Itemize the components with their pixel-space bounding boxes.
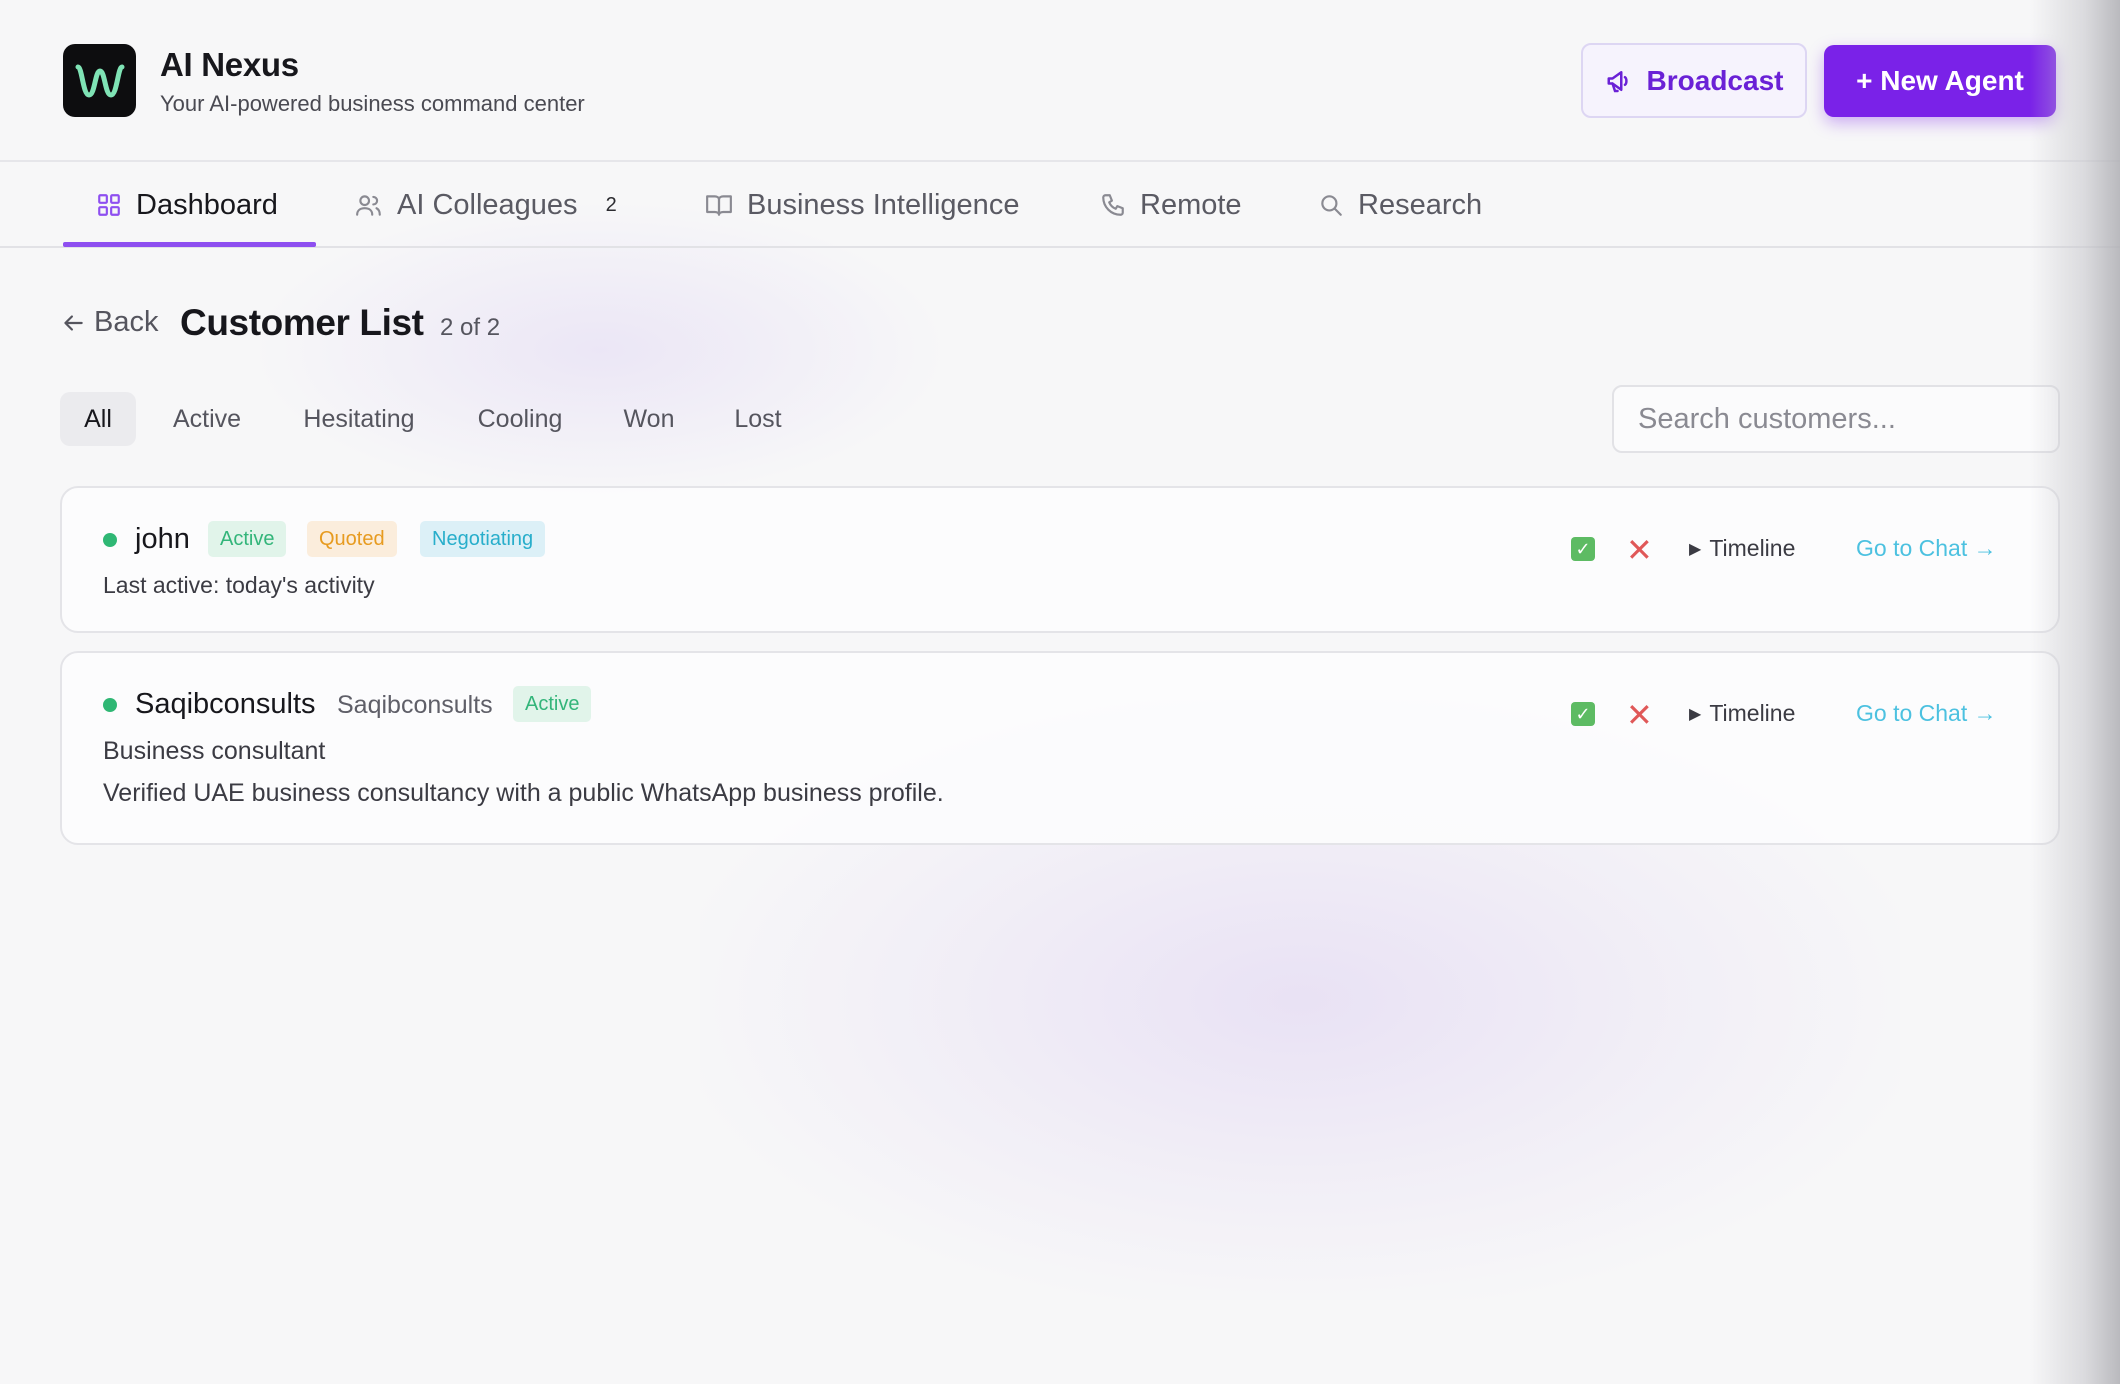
filter-active[interactable]: Active bbox=[158, 392, 256, 446]
main-tabs: Dashboard AI Colleagues 2 Business Intel… bbox=[0, 162, 2120, 248]
grid-icon bbox=[98, 194, 120, 216]
play-icon: ▶ bbox=[1689, 540, 1702, 558]
filter-hesitating[interactable]: Hesitating bbox=[286, 392, 432, 446]
timeline-label: Timeline bbox=[1709, 535, 1796, 561]
go-to-chat-link[interactable]: Go to Chat → bbox=[1856, 700, 1997, 727]
play-icon: ▶ bbox=[1689, 705, 1702, 723]
arrow-left-icon bbox=[64, 314, 83, 331]
result-count: 2 of 2 bbox=[440, 314, 501, 341]
colleagues-count-badge: 2 bbox=[605, 193, 617, 216]
go-to-chat-link[interactable]: Go to Chat → bbox=[1856, 535, 1997, 562]
customer-name: Saqibconsults bbox=[135, 688, 316, 720]
back-label: Back bbox=[94, 306, 159, 338]
tab-ai-colleagues[interactable]: AI Colleagues 2 bbox=[355, 162, 617, 248]
active-tab-indicator bbox=[63, 242, 316, 247]
tab-label: Business Intelligence bbox=[747, 188, 1020, 221]
app-subtitle: Your AI-powered business command center bbox=[160, 91, 585, 116]
customer-card[interactable]: john Active Quoted Negotiating Last acti… bbox=[60, 486, 2060, 633]
tab-business-intelligence[interactable]: Business Intelligence bbox=[705, 162, 1019, 248]
wave-logo-icon bbox=[75, 64, 124, 98]
search-icon bbox=[1321, 195, 1342, 216]
status-badge-negotiating: Negotiating bbox=[420, 521, 546, 557]
filter-won[interactable]: Won bbox=[608, 392, 690, 446]
timeline-toggle[interactable]: ▶ Timeline bbox=[1689, 700, 1795, 727]
app-header: AI Nexus Your AI-powered business comman… bbox=[0, 0, 2120, 162]
filter-lost[interactable]: Lost bbox=[716, 392, 800, 446]
status-dot bbox=[103, 533, 117, 547]
close-icon[interactable]: ✕ bbox=[1626, 534, 1653, 566]
filter-all[interactable]: All bbox=[60, 392, 136, 446]
new-agent-label: + New Agent bbox=[1856, 65, 2024, 96]
new-agent-button[interactable]: + New Agent bbox=[1824, 45, 2056, 117]
tab-label: Dashboard bbox=[136, 188, 278, 221]
users-icon bbox=[356, 195, 381, 216]
close-icon[interactable]: ✕ bbox=[1626, 699, 1653, 731]
filter-cooling[interactable]: Cooling bbox=[464, 392, 576, 446]
tab-label: Research bbox=[1358, 188, 1483, 221]
tab-dashboard[interactable]: Dashboard bbox=[96, 162, 278, 248]
customer-description: Verified UAE business consultancy with a… bbox=[103, 779, 944, 807]
status-dot bbox=[103, 698, 117, 712]
search-input[interactable] bbox=[1612, 385, 2060, 453]
broadcast-button[interactable]: Broadcast bbox=[1581, 43, 1807, 118]
customer-name: john bbox=[135, 523, 190, 555]
back-button[interactable]: Back bbox=[60, 306, 158, 339]
check-icon[interactable]: ✓ bbox=[1571, 537, 1595, 561]
timeline-toggle[interactable]: ▶ Timeline bbox=[1689, 535, 1795, 562]
status-badge-active: Active bbox=[208, 521, 287, 557]
book-icon bbox=[706, 195, 732, 216]
app-title: AI Nexus bbox=[160, 46, 299, 83]
app-logo bbox=[63, 44, 136, 117]
tab-label: Remote bbox=[1140, 188, 1242, 221]
tab-label: AI Colleagues bbox=[397, 188, 578, 221]
megaphone-icon bbox=[1607, 70, 1628, 92]
customer-alias: Saqibconsults bbox=[337, 691, 493, 719]
customer-role: Business consultant bbox=[103, 737, 326, 765]
tab-remote[interactable]: Remote bbox=[1100, 162, 1242, 248]
status-badge-quoted: Quoted bbox=[307, 521, 397, 557]
broadcast-label: Broadcast bbox=[1646, 64, 1784, 96]
customer-card[interactable]: Saqibconsults Saqibconsults Active Busin… bbox=[60, 651, 2060, 845]
page-title: Customer List bbox=[180, 302, 424, 343]
phone-icon bbox=[1102, 194, 1124, 216]
check-icon[interactable]: ✓ bbox=[1571, 702, 1595, 726]
timeline-label: Timeline bbox=[1709, 700, 1796, 726]
last-active-text: Last active: today's activity bbox=[103, 572, 375, 598]
status-badge-active: Active bbox=[513, 686, 592, 722]
tab-research[interactable]: Research bbox=[1318, 162, 1482, 248]
